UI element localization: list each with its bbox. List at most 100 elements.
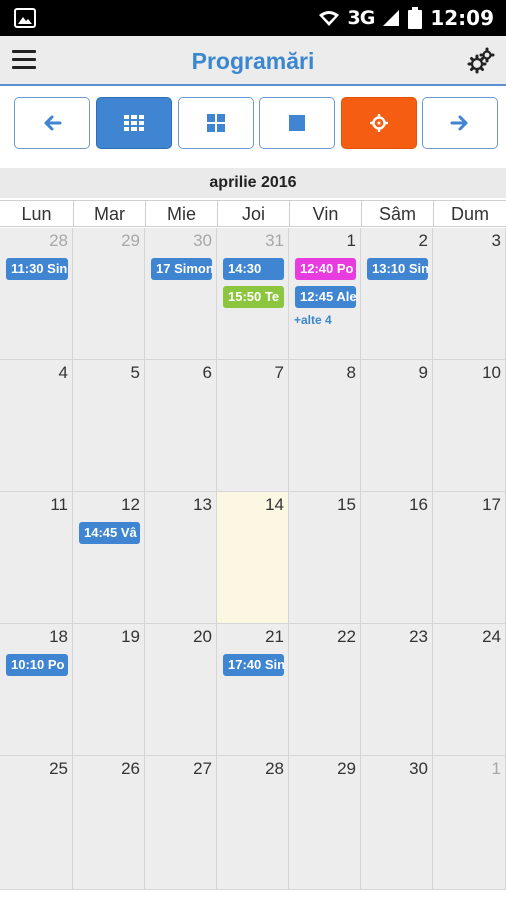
day-cell[interactable]: 8 [289, 360, 361, 492]
day-number: 9 [418, 363, 428, 382]
calendar-event[interactable]: 14:30 [223, 258, 284, 280]
day-number: 25 [49, 759, 68, 778]
day-cell-today[interactable]: 14 [217, 492, 289, 624]
wifi-icon [318, 11, 339, 26]
calendar-event[interactable]: 12:40 Po [295, 258, 356, 280]
day-number: 30 [193, 231, 212, 250]
app-header: Programări [0, 36, 506, 86]
day-cell[interactable]: 31 14:30 15:50 Te [217, 228, 289, 360]
day-cell[interactable]: 15 [289, 492, 361, 624]
calendar-event[interactable]: 17:40 Sin [223, 654, 284, 676]
day-number: 21 [265, 627, 284, 646]
day-cell[interactable]: 13 [145, 492, 217, 624]
today-target-icon [370, 114, 388, 132]
day-number: 30 [409, 759, 428, 778]
week-grid-icon [207, 114, 225, 132]
day-cell[interactable]: 24 [433, 624, 506, 756]
day-cell[interactable]: 28 11:30 Sin [0, 228, 73, 360]
day-cell[interactable]: 30 17 Simon [145, 228, 217, 360]
day-cell[interactable]: 29 [289, 756, 361, 890]
today-button[interactable] [341, 97, 417, 149]
day-cell[interactable]: 29 [73, 228, 145, 360]
day-cell[interactable]: 7 [217, 360, 289, 492]
weekday-label: Sâm [361, 201, 433, 227]
calendar-event[interactable]: 17 Simon [151, 258, 212, 280]
day-number: 27 [193, 759, 212, 778]
month-grid-icon [124, 115, 144, 131]
signal-icon [383, 10, 400, 26]
network-type: 3G [347, 7, 376, 29]
weekday-label: Vin [289, 201, 361, 227]
weekday-label: Dum [433, 201, 506, 227]
day-cell[interactable]: 22 [289, 624, 361, 756]
day-cell[interactable]: 21 17:40 Sin [217, 624, 289, 756]
day-cell[interactable]: 11 [0, 492, 73, 624]
day-number: 20 [193, 627, 212, 646]
calendar-event[interactable]: 15:50 Te [223, 286, 284, 308]
gears-icon[interactable] [466, 46, 496, 76]
more-events-link[interactable]: +alte 4 [294, 313, 332, 327]
day-number: 14 [265, 495, 284, 514]
month-title: aprilie 2016 [0, 168, 506, 198]
calendar-event[interactable]: 12:45 Ale [295, 286, 356, 308]
view-toolbar [0, 88, 506, 158]
day-number: 17 [482, 495, 501, 514]
calendar-event[interactable]: 14:45 Vâ [79, 522, 140, 544]
month-view-button[interactable] [96, 97, 172, 149]
calendar-event[interactable]: 13:10 Sin [367, 258, 428, 280]
week-view-button[interactable] [178, 97, 254, 149]
day-number: 23 [409, 627, 428, 646]
next-button[interactable] [422, 97, 498, 149]
weekday-label: Joi [217, 201, 289, 227]
status-bar: 3G 12:09 [0, 0, 506, 36]
day-cell[interactable]: 26 [73, 756, 145, 890]
day-number: 15 [337, 495, 356, 514]
day-number: 24 [482, 627, 501, 646]
calendar-event[interactable]: 11:30 Sin [6, 258, 68, 280]
day-cell[interactable]: 6 [145, 360, 217, 492]
day-cell[interactable]: 18 10:10 Po [0, 624, 73, 756]
day-number: 10 [482, 363, 501, 382]
day-cell[interactable]: 10 [433, 360, 506, 492]
weekday-label: Lun [21, 204, 52, 224]
day-number: 8 [346, 363, 356, 382]
day-number: 5 [130, 363, 140, 382]
day-cell[interactable]: 12 14:45 Vâ [73, 492, 145, 624]
day-number: 18 [49, 627, 68, 646]
status-time: 12:09 [430, 6, 494, 30]
day-cell[interactable]: 16 [361, 492, 433, 624]
day-number: 31 [265, 231, 284, 250]
calendar-grid: 28 11:30 Sin 29 30 17 Simon 31 14:30 15:50 Te 1 1… [0, 228, 506, 890]
day-cell[interactable]: 2 13:10 Sin [361, 228, 433, 360]
gallery-notification-icon [14, 8, 36, 28]
day-number: 2 [418, 231, 428, 250]
day-cell[interactable]: 28 [217, 756, 289, 890]
arrow-right-icon [450, 115, 468, 131]
day-cell[interactable]: 4 [0, 360, 73, 492]
day-cell[interactable]: 30 [361, 756, 433, 890]
day-cell[interactable]: 19 [73, 624, 145, 756]
day-number: 29 [337, 759, 356, 778]
weekday-label: Mar [73, 201, 145, 227]
day-cell[interactable]: 3 [433, 228, 506, 360]
day-cell[interactable]: 27 [145, 756, 217, 890]
day-cell[interactable]: 1 12:40 Po 12:45 Ale +alte 4 [289, 228, 361, 360]
day-cell[interactable]: 20 [145, 624, 217, 756]
day-square-icon [289, 115, 305, 131]
calendar-event[interactable]: 10:10 Po [6, 654, 68, 676]
day-number: 13 [193, 495, 212, 514]
day-cell[interactable]: 9 [361, 360, 433, 492]
day-number: 4 [58, 363, 68, 382]
day-cell[interactable]: 23 [361, 624, 433, 756]
day-view-button[interactable] [259, 97, 335, 149]
prev-button[interactable] [14, 97, 90, 149]
day-cell[interactable]: 1 [433, 756, 506, 890]
day-number: 16 [409, 495, 428, 514]
day-number: 6 [202, 363, 212, 382]
day-cell[interactable]: 5 [73, 360, 145, 492]
day-number: 3 [491, 231, 501, 250]
day-number: 12 [121, 495, 140, 514]
day-cell[interactable]: 17 [433, 492, 506, 624]
day-cell[interactable]: 25 [0, 756, 73, 890]
battery-icon [408, 7, 423, 29]
